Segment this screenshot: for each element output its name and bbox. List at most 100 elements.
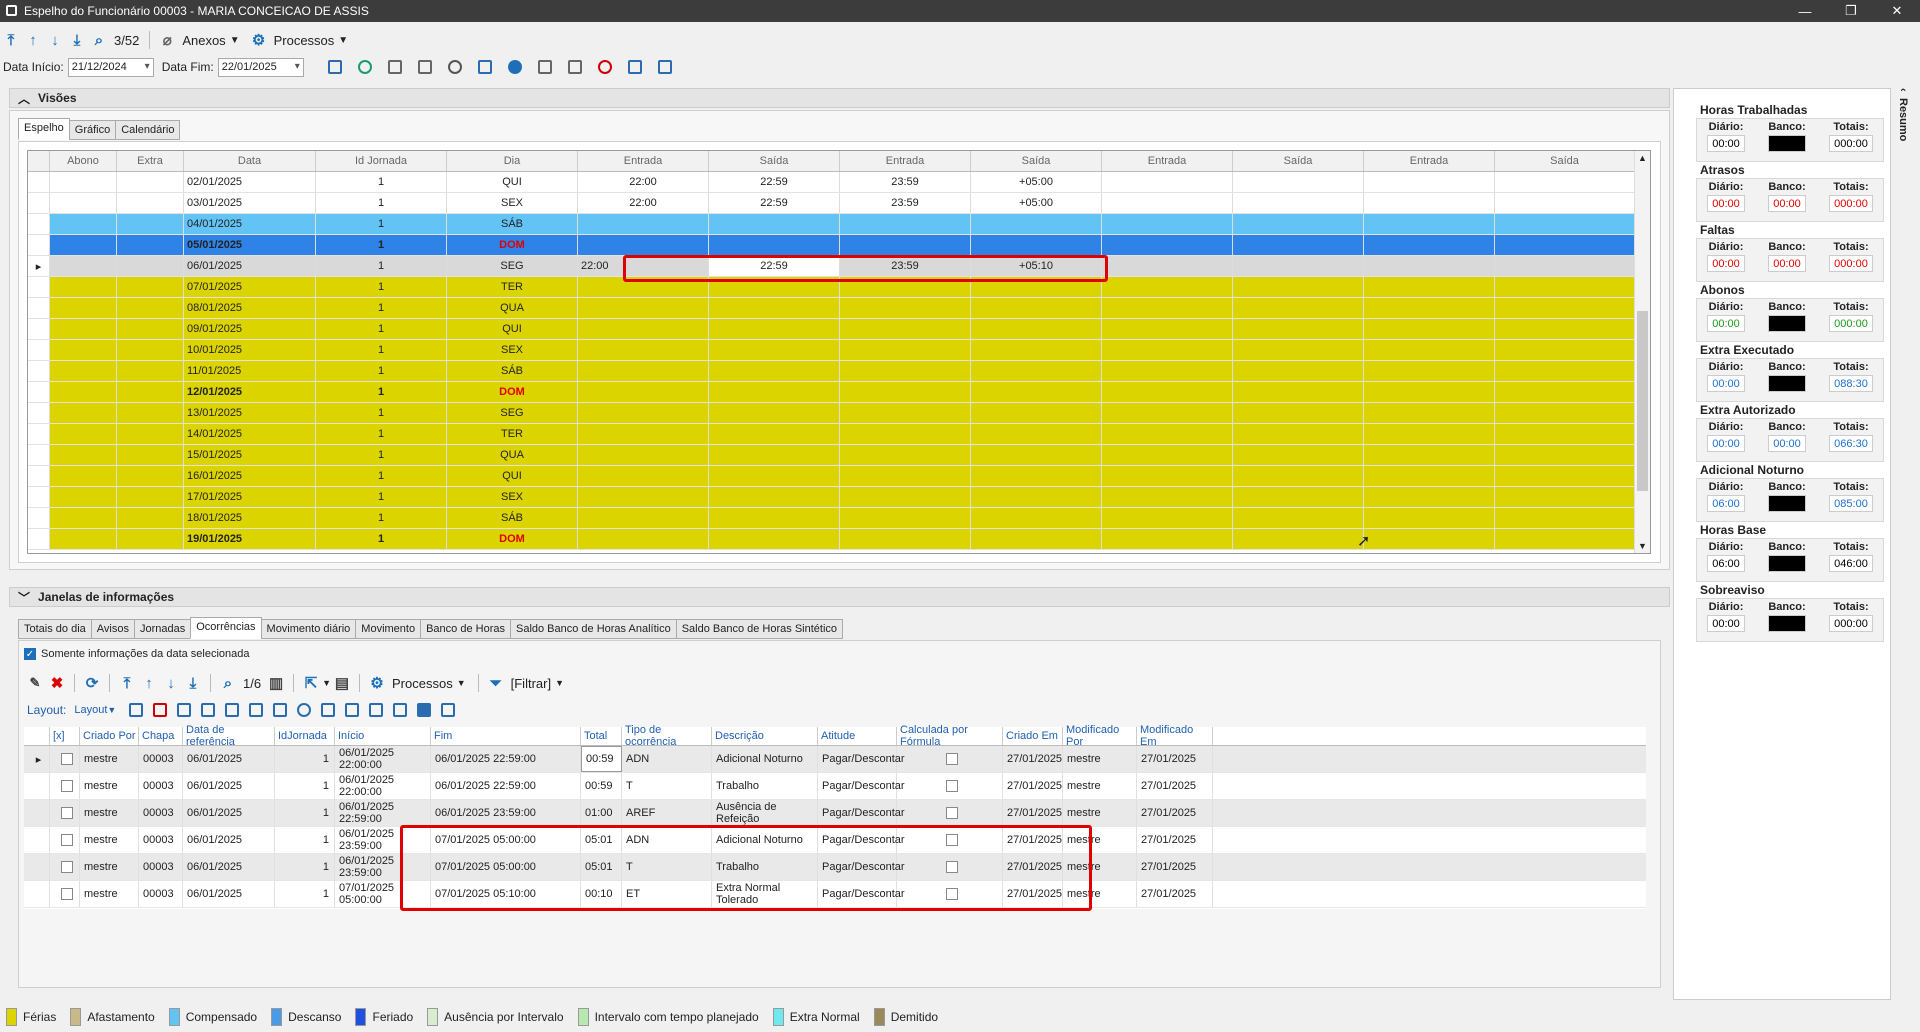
window-icon[interactable] <box>345 703 360 717</box>
column-header[interactable]: Data de referência <box>183 724 275 748</box>
column-header[interactable]: Entrada <box>1364 151 1495 171</box>
column-header[interactable] <box>24 727 50 745</box>
column-header[interactable]: Entrada <box>578 151 709 171</box>
close-button[interactable]: ✕ <box>1874 0 1920 22</box>
first-record-icon[interactable]: ⤒ <box>116 672 138 694</box>
table-row[interactable]: 07/01/2025 1 TER <box>28 277 1650 298</box>
export-icon[interactable]: ⇱ <box>300 672 322 694</box>
table-row[interactable]: 02/01/2025 1 QUI 22:00 22:59 23:59 +05:00 <box>28 172 1650 193</box>
data-fim-field[interactable]: 22/01/2025 <box>217 57 304 77</box>
abc-icon[interactable] <box>441 703 456 717</box>
last-record-icon[interactable]: ⤓ <box>66 29 88 51</box>
column-header[interactable]: IdJornada <box>275 727 335 745</box>
refresh-icon[interactable] <box>357 60 372 74</box>
row-checkbox[interactable] <box>50 827 80 853</box>
alert-clock-icon[interactable] <box>597 60 612 74</box>
filtrar-button[interactable]: [Filtrar] <box>511 676 551 691</box>
collapse-arrow-icon[interactable]: ‹ <box>1897 88 1909 92</box>
tab-calendario[interactable]: Calendário <box>115 120 181 140</box>
column-header[interactable]: Criado Por <box>80 727 139 745</box>
data-inicio-field[interactable]: 21/12/2024 <box>67 57 154 77</box>
table-row[interactable]: 12/01/2025 1 DOM <box>28 382 1650 403</box>
collapse-icon[interactable]: ﹀ <box>18 589 30 606</box>
table-row[interactable]: 15/01/2025 1 QUA <box>28 445 1650 466</box>
column-header[interactable]: [x] <box>50 727 80 745</box>
table-row[interactable]: ▸ 06/01/2025 1 SEG 22:00 22:59 23:59 +05:10 <box>28 256 1650 277</box>
table-row[interactable]: mestre 00003 06/01/2025 1 06/01/2025 23:59:0… <box>24 827 1646 854</box>
refresh-icon[interactable]: ⟳ <box>81 672 103 694</box>
tab-totais-do-dia[interactable]: Totais do dia <box>18 619 92 639</box>
table-row[interactable]: 10/01/2025 1 SEX <box>28 340 1650 361</box>
color-icon[interactable] <box>297 703 312 717</box>
calculada-checkbox[interactable] <box>897 773 1003 799</box>
tab-ocorr-ncias[interactable]: Ocorrências <box>190 617 262 639</box>
calculator-icon[interactable] <box>627 60 642 74</box>
tab-banco-de-horas[interactable]: Banco de Horas <box>420 619 511 639</box>
table-row[interactable]: 04/01/2025 1 SÁB <box>28 214 1650 235</box>
chevron-down-icon[interactable]: ▼ <box>107 705 116 715</box>
minimize-button[interactable]: — <box>1782 0 1828 22</box>
columns-icon[interactable]: ▥ <box>265 672 287 694</box>
column-header[interactable]: Criado Em <box>1003 727 1063 745</box>
table-row[interactable]: 11/01/2025 1 SÁB <box>28 361 1650 382</box>
add-row-icon[interactable] <box>129 703 144 717</box>
column-header[interactable]: Calculada por Fórmula <box>897 724 1003 748</box>
scroll-down-icon[interactable]: ▼ <box>1638 541 1647 551</box>
chevron-down-icon[interactable]: ▼ <box>457 678 466 688</box>
tab-saldo-banco-de-horas-anal-tico[interactable]: Saldo Banco de Horas Analítico <box>509 619 677 639</box>
calculada-checkbox[interactable] <box>897 746 1003 772</box>
previous-record-icon[interactable]: ↑ <box>138 672 160 694</box>
clock-icon[interactable] <box>447 60 462 74</box>
column-header[interactable]: Entrada <box>840 151 971 171</box>
maximize-button[interactable]: ❐ <box>1828 0 1874 22</box>
chevron-down-icon[interactable]: ▼ <box>230 35 240 46</box>
document-icon[interactable] <box>417 60 432 74</box>
chart-icon[interactable] <box>321 703 336 717</box>
column-header[interactable]: Data <box>184 151 316 171</box>
paint-icon[interactable] <box>249 703 264 717</box>
column-header[interactable]: Total <box>581 727 622 745</box>
table-row[interactable]: 16/01/2025 1 QUI <box>28 466 1650 487</box>
table-row[interactable]: 13/01/2025 1 SEG <box>28 403 1650 424</box>
card-icon[interactable] <box>567 60 582 74</box>
tab-espelho[interactable]: Espelho <box>18 118 70 140</box>
remove-row-icon[interactable] <box>153 703 168 717</box>
vertical-scrollbar[interactable]: ▲ ▼ <box>1634 151 1650 553</box>
first-record-icon[interactable]: ⤒ <box>0 29 22 51</box>
column-header[interactable]: Id Jornada <box>316 151 447 171</box>
tab-movimento[interactable]: Movimento <box>355 619 422 639</box>
next-record-icon[interactable]: ↓ <box>44 29 66 51</box>
row-checkbox[interactable] <box>50 800 80 826</box>
tab-saldo-banco-de-horas-sint-tico[interactable]: Saldo Banco de Horas Sintético <box>675 619 844 639</box>
search-icon[interactable]: ⌕ <box>217 672 239 694</box>
calculada-checkbox[interactable] <box>897 881 1003 907</box>
calculada-checkbox[interactable] <box>897 827 1003 853</box>
processos-button[interactable]: Processos <box>392 676 453 691</box>
column-header[interactable]: Fim <box>431 727 581 745</box>
info-icon[interactable] <box>507 60 522 74</box>
last-record-icon[interactable]: ⤓ <box>182 672 204 694</box>
column-header[interactable]: Entrada <box>1102 151 1233 171</box>
table-row[interactable]: mestre 00003 06/01/2025 1 06/01/2025 22:00:0… <box>24 773 1646 800</box>
table-row[interactable]: 03/01/2025 1 SEX 22:00 22:59 23:59 +05:00 <box>28 193 1650 214</box>
calendar-search-icon[interactable] <box>387 60 402 74</box>
layout-dropdown[interactable]: Layout <box>74 704 107 716</box>
pin-icon[interactable] <box>273 703 288 717</box>
tab-avisos[interactable]: Avisos <box>90 619 135 639</box>
chevron-down-icon[interactable]: ▼ <box>555 678 564 688</box>
table-row[interactable]: 14/01/2025 1 TER <box>28 424 1650 445</box>
column-header[interactable]: Modificado Por <box>1063 724 1137 748</box>
column-header[interactable]: Saída <box>1233 151 1364 171</box>
column-header[interactable]: Dia <box>447 151 578 171</box>
table-row[interactable]: ▸ mestre 00003 06/01/2025 1 06/01/2025 22:00:… <box>24 746 1646 773</box>
collapse-icon[interactable]: ︿ <box>18 90 30 107</box>
column-header[interactable]: Atitude <box>818 727 897 745</box>
calculada-checkbox[interactable] <box>897 800 1003 826</box>
split-icon[interactable] <box>369 703 384 717</box>
column-header[interactable]: Saída <box>971 151 1102 171</box>
anexos-button[interactable]: Anexos <box>182 33 225 48</box>
pencil-icon[interactable]: ✎ <box>24 672 46 694</box>
column-header[interactable]: Saída <box>1495 151 1635 171</box>
previous-record-icon[interactable]: ↑ <box>22 29 44 51</box>
resumo-tab[interactable]: ‹ Resumo <box>1893 88 1913 158</box>
